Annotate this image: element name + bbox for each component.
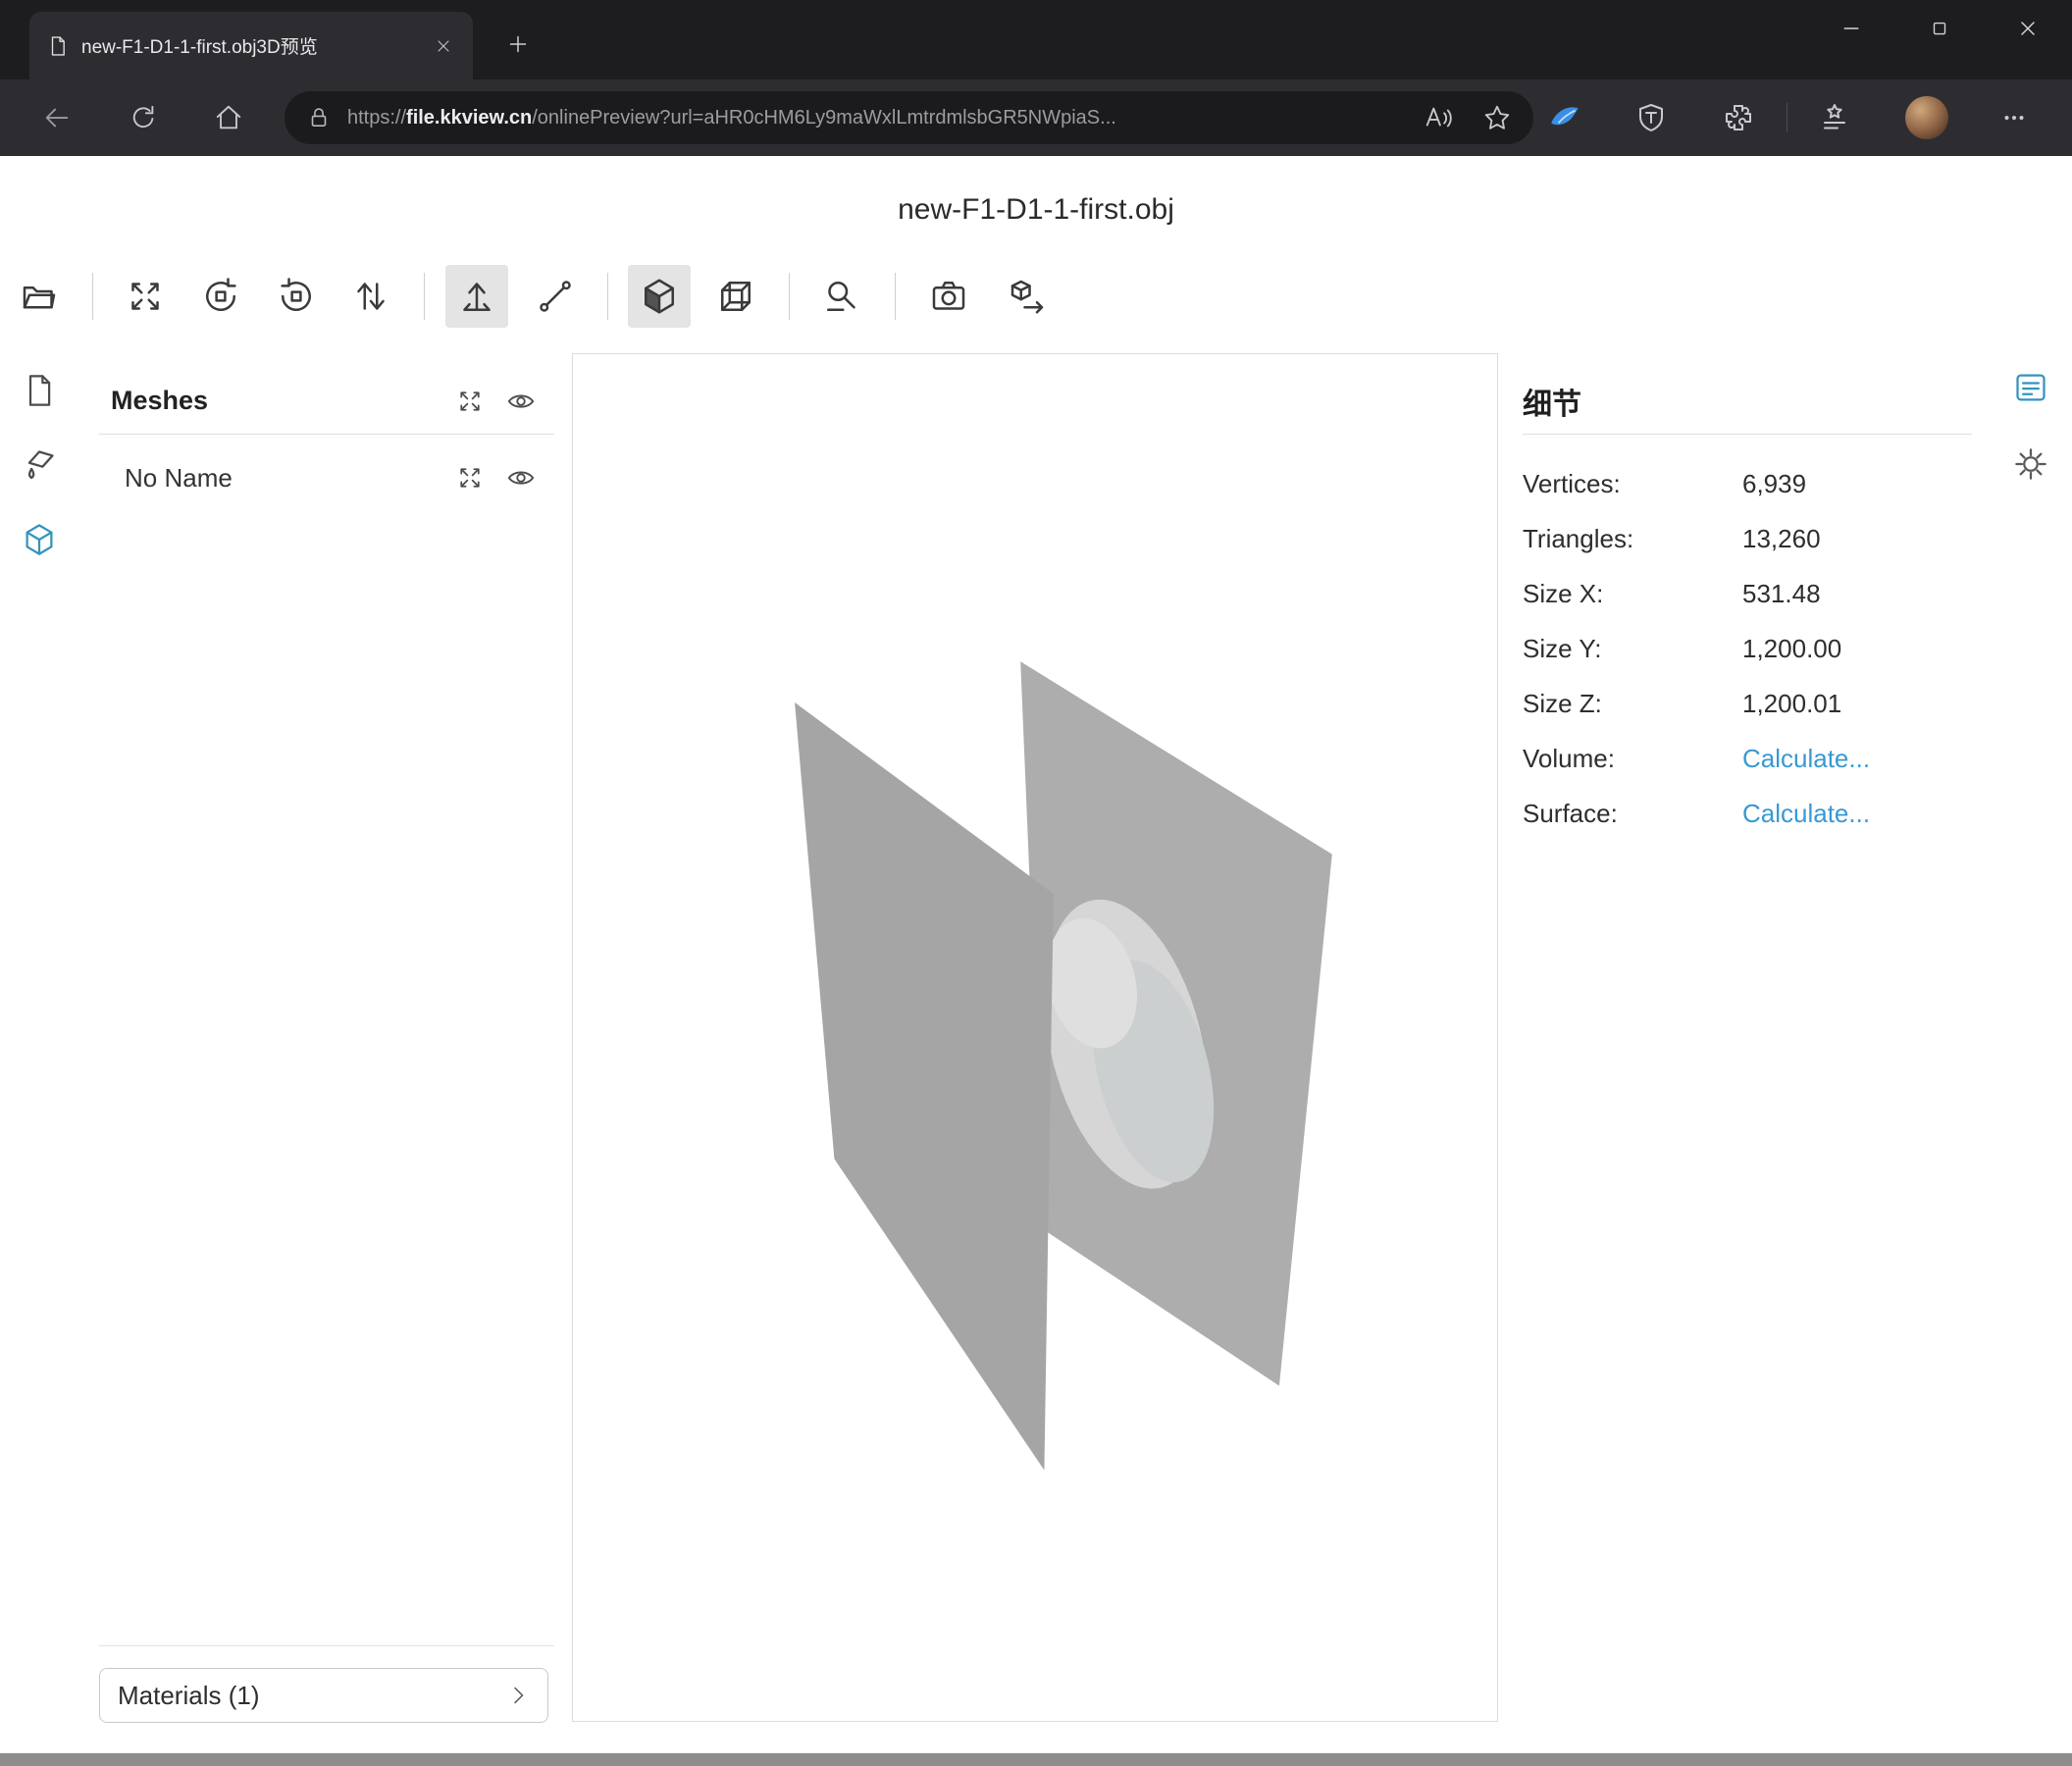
materials-button[interactable]: Materials (1) (99, 1668, 548, 1723)
minimize-button[interactable] (1807, 0, 1895, 57)
meshes-header: Meshes (99, 368, 554, 435)
fit-meshes-icon[interactable] (454, 386, 486, 417)
model-cube-icon[interactable] (20, 520, 59, 559)
detail-row: Volume: Calculate... (1523, 731, 1972, 786)
details-panel: 细节 Vertices: 6,939 Triangles: 13,260 Siz… (1523, 368, 1972, 841)
mesh-list-item[interactable]: No Name (99, 454, 554, 501)
detail-label: Size Y: (1523, 634, 1742, 664)
favorites-hub-icon[interactable] (1817, 100, 1852, 135)
detail-label: Size Z: (1523, 689, 1742, 719)
favorite-star-icon[interactable] (1482, 103, 1512, 132)
blue-extension-icon[interactable] (1547, 100, 1582, 135)
solid-view-icon[interactable] (628, 265, 691, 328)
address-bar[interactable]: https://file.kkview.cn/onlinePreview?url… (285, 91, 1533, 144)
detail-value: 531.48 (1742, 579, 1821, 609)
detail-value: 1,200.01 (1742, 689, 1841, 719)
detail-label: Size X: (1523, 579, 1742, 609)
tab-title: new-F1-D1-1-first.obj3D预览 (81, 32, 428, 59)
detail-label: Triangles: (1523, 524, 1742, 554)
read-aloud-icon[interactable] (1424, 103, 1453, 132)
browser-navbar: https://file.kkview.cn/onlinePreview?url… (0, 79, 2072, 156)
viewer-page: new-F1-D1-1-first.obj (0, 156, 2072, 1766)
fit-to-window-icon[interactable] (114, 265, 177, 328)
model-viewport[interactable] (572, 353, 1498, 1722)
measure-line-icon[interactable] (524, 265, 587, 328)
url-text: https://file.kkview.cn/onlinePreview?url… (347, 107, 1116, 130)
file-icon[interactable] (20, 371, 59, 410)
mesh-name: No Name (125, 463, 435, 493)
detail-label: Volume: (1523, 744, 1742, 774)
maximize-button[interactable] (1895, 0, 1984, 57)
detail-label: Surface: (1523, 799, 1742, 829)
plane-left (795, 702, 1054, 1471)
refresh-button[interactable] (116, 90, 171, 145)
mesh-visibility-eye-icon[interactable] (505, 462, 537, 493)
rotate-cw-icon[interactable] (265, 265, 328, 328)
set-up-vector-icon[interactable] (445, 265, 508, 328)
calculate-surface-link[interactable]: Calculate... (1742, 799, 1870, 829)
materials-button-label: Materials (1) (118, 1681, 259, 1711)
back-button[interactable] (29, 90, 84, 145)
toolbar-separator (424, 273, 425, 320)
shield-extension-icon[interactable] (1633, 100, 1669, 135)
url-domain: file.kkview.cn (406, 107, 532, 130)
profile-avatar[interactable] (1905, 96, 1948, 139)
meshes-panel: Meshes No Name (99, 368, 554, 501)
detail-value: 1,200.00 (1742, 634, 1841, 664)
toolbar-separator (92, 273, 93, 320)
calculate-volume-link[interactable]: Calculate... (1742, 744, 1870, 774)
open-model-icon[interactable] (8, 265, 71, 328)
detail-row: Size X: 531.48 (1523, 566, 1972, 621)
toolbar-separator (789, 273, 790, 320)
url-path: /onlinePreview?url=aHR0cHM6Ly9maWxlLmtrd… (532, 107, 1116, 130)
chevron-right-icon (506, 1684, 530, 1707)
fit-mesh-icon[interactable] (454, 462, 486, 493)
more-options-icon[interactable] (1996, 100, 2032, 135)
detail-value: 13,260 (1742, 524, 1821, 554)
tab-close-icon[interactable] (428, 30, 459, 62)
url-scheme: https:// (347, 107, 406, 130)
detail-row: Surface: Calculate... (1523, 786, 1972, 841)
home-button[interactable] (201, 90, 256, 145)
viewer-toolbar (0, 253, 2072, 339)
page-title: new-F1-D1-1-first.obj (0, 193, 2072, 227)
flip-vertical-icon[interactable] (339, 265, 402, 328)
wireframe-view-icon[interactable] (704, 265, 767, 328)
model-render (573, 354, 1497, 1721)
toolbar-separator (895, 273, 896, 320)
lock-icon[interactable] (306, 105, 332, 130)
detail-row: Triangles: 13,260 (1523, 511, 1972, 566)
gear-icon[interactable] (2011, 444, 2050, 484)
detail-row: Size Y: 1,200.00 (1523, 621, 1972, 676)
snapshot-camera-icon[interactable] (917, 265, 980, 328)
close-button[interactable] (1984, 0, 2072, 57)
export-model-icon[interactable] (996, 265, 1059, 328)
details-list-icon[interactable] (2011, 368, 2050, 407)
toolbar-separator (607, 273, 608, 320)
materials-divider (99, 1645, 554, 1646)
meshes-title: Meshes (99, 386, 435, 416)
meshes-visibility-eye-icon[interactable] (505, 386, 537, 417)
detail-label: Vertices: (1523, 469, 1742, 499)
detail-row: Vertices: 6,939 (1523, 456, 1972, 511)
new-tab-button[interactable] (496, 23, 540, 66)
rotate-ccw-icon[interactable] (189, 265, 252, 328)
tab-favicon-document-icon (47, 35, 69, 57)
measure-icon[interactable] (810, 265, 873, 328)
details-header: 细节 (1523, 368, 1972, 435)
browser-titlebar: new-F1-D1-1-first.obj3D预览 (0, 0, 2072, 79)
window-bottom-edge (0, 1753, 2072, 1766)
detail-row: Size Z: 1,200.01 (1523, 676, 1972, 731)
extensions-puzzle-icon[interactable] (1721, 100, 1756, 135)
materials-icon[interactable] (20, 445, 59, 485)
browser-tab[interactable]: new-F1-D1-1-first.obj3D预览 (29, 12, 473, 79)
detail-value: 6,939 (1742, 469, 1806, 499)
